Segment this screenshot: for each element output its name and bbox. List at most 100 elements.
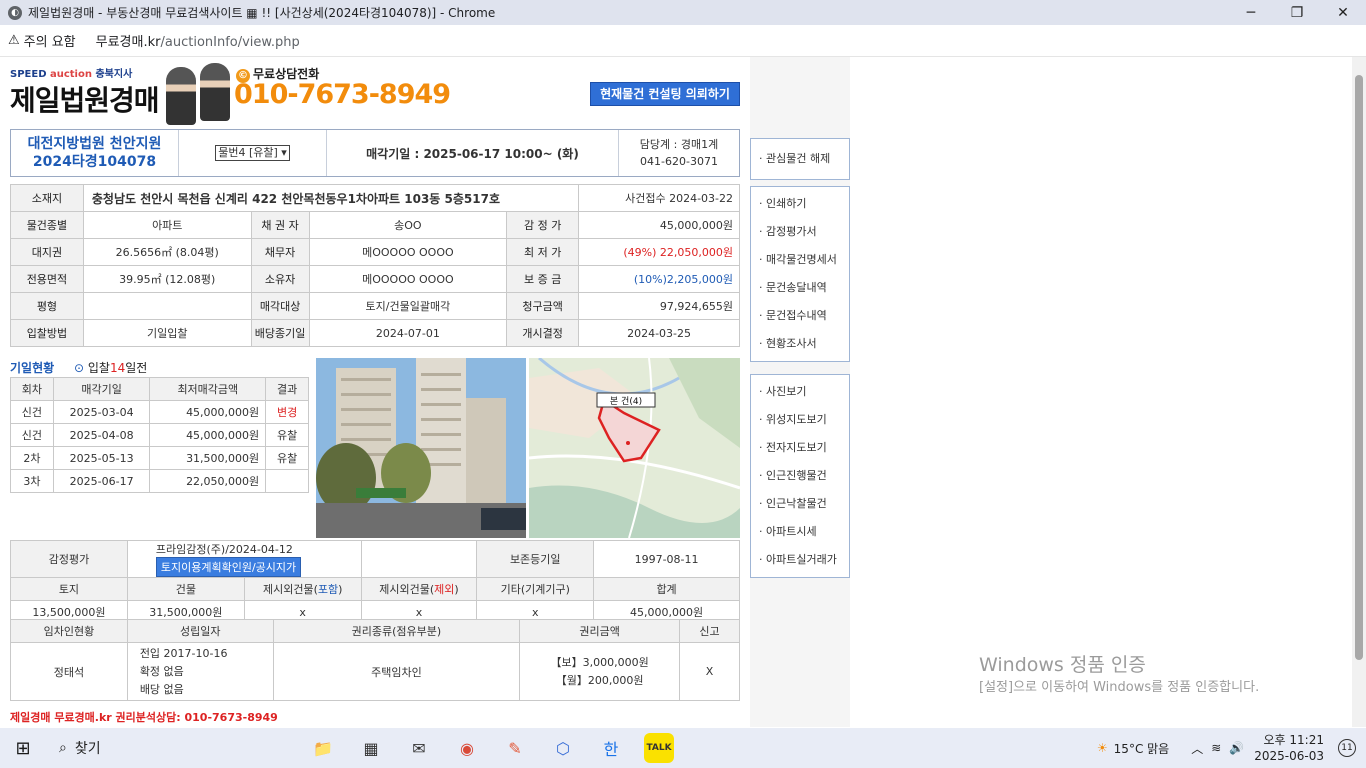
sidebar-item-appraisal[interactable]: · 감정평가서 [751, 218, 849, 246]
cell: 2024-03-25 [578, 319, 740, 347]
cell: 개시결정 [506, 319, 580, 347]
chevron-up-icon[interactable]: ︿ [1191, 740, 1203, 757]
move-in-date: 전입 2017-10-16 [139, 646, 228, 660]
cell: 메OOOOO OOOO [308, 265, 508, 293]
cell: 채 권 자 [250, 211, 310, 239]
cell: 감 정 가 [506, 211, 580, 239]
sidebar-item-nearby-ongoing[interactable]: · 인근진행물건 [751, 462, 849, 490]
close-button[interactable]: ✕ [1320, 0, 1366, 25]
url-path: /auctionInfo/view.php [160, 35, 300, 50]
hangul-icon[interactable]: 한 [596, 733, 626, 763]
taskbar-search[interactable]: ⌕ 찾기 [59, 738, 299, 758]
header-included: 포함 [317, 583, 339, 596]
cell: 아파트 [82, 211, 252, 239]
notification-badge[interactable]: 11 [1338, 739, 1356, 757]
taskbar: ⊞ ⌕ 찾기 📁 ▦ ✉ ◉ ✎ ⬡ 한 TALK ☀ 15°C 맑음 ︿ ≋ … [0, 728, 1366, 768]
map-label: 본 건(4) [610, 396, 642, 407]
app-icon[interactable]: ⬡ [548, 733, 578, 763]
outlook-icon[interactable]: ✉ [404, 733, 434, 763]
security-warning-label: 주의 요함 [23, 35, 76, 50]
maximize-button[interactable]: ❐ [1274, 0, 1320, 25]
table-header-row: 임차인현황 성립일자 권리종류(점유부분) 권리금액 신고 [10, 619, 740, 643]
property-details-table: 소재지 충청남도 천안시 목천읍 신계리 422 천안목천동우1차아파트 103… [10, 184, 740, 347]
result-badge: 유찰 [265, 446, 309, 470]
cell: 전용면적 [10, 265, 84, 293]
sidebar-item-print[interactable]: · 인쇄하기 [751, 190, 849, 218]
kakaotalk-icon[interactable]: TALK [644, 733, 674, 763]
table-row: 감정평가 프라임감정(주)/2024-04-12 토지이용계획확인원/공시지가 … [10, 540, 740, 578]
cell: 2025-04-08 [52, 423, 151, 447]
chrome-icon[interactable]: ◉ [452, 733, 482, 763]
table-header-row: 회차 매각기일 최저매각금액 결과 [10, 377, 309, 401]
sidebar-item-apt-transactions[interactable]: · 아파트실거래가 [751, 546, 849, 574]
table-row: 정태석 전입 2017-10-16 확정 없음 배당 없음 주택임차인 【보】3… [10, 642, 740, 701]
schedule-title: 기일현황 [10, 361, 55, 375]
url-field[interactable]: 무료경매.kr/auctionInfo/view.php [96, 31, 300, 50]
weather-text[interactable]: 15°C 맑음 [1114, 740, 1170, 757]
footer-consult: 제일경매 무료경매.kr 권리분석상담: 010-7673-8949 [10, 709, 278, 725]
column-header: 제시외건물(포함) [243, 577, 362, 601]
column-header: 제시외건물(제외) [360, 577, 478, 601]
windows-start-icon[interactable]: ⊞ [8, 733, 38, 763]
scrollbar-thumb[interactable] [1355, 75, 1363, 660]
deposit: (10%)2,205,000원 [578, 265, 740, 293]
preserve-date: 1997-08-11 [593, 540, 740, 578]
table-row: 신건 2025-03-04 45,000,000원 변경 [10, 400, 309, 424]
received-date: 사건접수 2024-03-22 [578, 184, 740, 212]
column-header: 토지 [10, 577, 128, 601]
appraisal-label: 감정평가 [10, 540, 128, 578]
table-row: 대지권 26.5656㎡ (8.04평) 채무자 메OOOOO OOOO 최 저… [10, 238, 740, 266]
sidebar-item-survey[interactable]: · 현황조사서 [751, 330, 849, 358]
file-explorer-icon[interactable]: 📁 [308, 733, 338, 763]
column-header: 성립일자 [126, 619, 274, 643]
store-icon[interactable]: ▦ [356, 733, 386, 763]
cell: 물건종별 [10, 211, 84, 239]
clock[interactable]: 오후 11:21 2025-06-03 [1254, 732, 1324, 764]
hwp-icon[interactable]: ✎ [500, 733, 530, 763]
column-header: 결과 [265, 377, 309, 401]
item-select-cell: 물번4 [유찰] ▾ [179, 130, 327, 176]
location-map[interactable]: 본 건(4) [529, 358, 740, 538]
search-icon: ⌕ [59, 740, 67, 756]
sidebar-item-delivery[interactable]: · 문건송달내역 [751, 274, 849, 302]
consultant-photo [162, 61, 232, 125]
wifi-icon[interactable]: ≋ [1211, 741, 1221, 755]
consult-request-button[interactable]: 현재물건 컨설팅 의뢰하기 [590, 82, 740, 106]
sidebar-item-emap[interactable]: · 전자지도보기 [751, 434, 849, 462]
minimize-button[interactable]: ─ [1228, 0, 1274, 25]
location-label: 소재지 [10, 184, 84, 212]
header-text: 제시외건물 [379, 583, 430, 596]
property-photo[interactable] [316, 358, 526, 538]
header-excluded: 제외 [434, 583, 455, 596]
item-select[interactable]: 물번4 [유찰] ▾ [215, 145, 290, 161]
column-header: 합계 [593, 577, 740, 601]
cell: 보 증 금 [506, 265, 580, 293]
result-badge: 유찰 [265, 423, 309, 447]
vertical-scrollbar[interactable] [1352, 57, 1366, 727]
cell: 최 저 가 [506, 238, 580, 266]
land-use-plan-button[interactable]: 토지이용계획확인원/공시지가 [155, 557, 302, 577]
consultant-woman-image [166, 67, 196, 125]
column-header: 매각기일 [52, 377, 151, 401]
court-info: 대전지방법원 천안지원 2024타경104078 [11, 130, 179, 176]
sidebar-item-sale-statement[interactable]: · 매각물건명세서 [751, 246, 849, 274]
clock-date: 2025-06-03 [1254, 749, 1324, 763]
sidebar-item-apt-price[interactable]: · 아파트시세 [751, 518, 849, 546]
sidebar-item-satellite[interactable]: · 위성지도보기 [751, 406, 849, 434]
volume-icon[interactable]: 🔊 [1229, 741, 1244, 755]
sidebar-item-receipt[interactable]: · 문건접수내역 [751, 302, 849, 330]
column-header: 권리종류(점유부분) [272, 619, 521, 643]
cell: 2025-05-13 [52, 446, 151, 470]
sidebar-item-photos[interactable]: · 사진보기 [751, 378, 849, 406]
table-row: 신건 2025-04-08 45,000,000원 유찰 [10, 423, 309, 447]
property-address: 충청남도 천안시 목천읍 신계리 422 천안목천동우1차아파트 103동 5층… [82, 184, 580, 212]
sidebar-item-unwatch[interactable]: · 관심물건 해제 [751, 139, 849, 179]
cell: 평형 [10, 292, 84, 320]
cell: 신건 [10, 400, 54, 424]
cell: 메OOOOO OOOO [308, 238, 508, 266]
cell: 26.5656㎡ (8.04평) [82, 238, 252, 266]
security-warning[interactable]: ⚠ 주의 요함 [8, 31, 76, 50]
cell: 입찰방법 [10, 319, 84, 347]
site-logo[interactable]: 제일법원경매 [10, 79, 160, 119]
sidebar-item-nearby-sold[interactable]: · 인근낙찰물건 [751, 490, 849, 518]
